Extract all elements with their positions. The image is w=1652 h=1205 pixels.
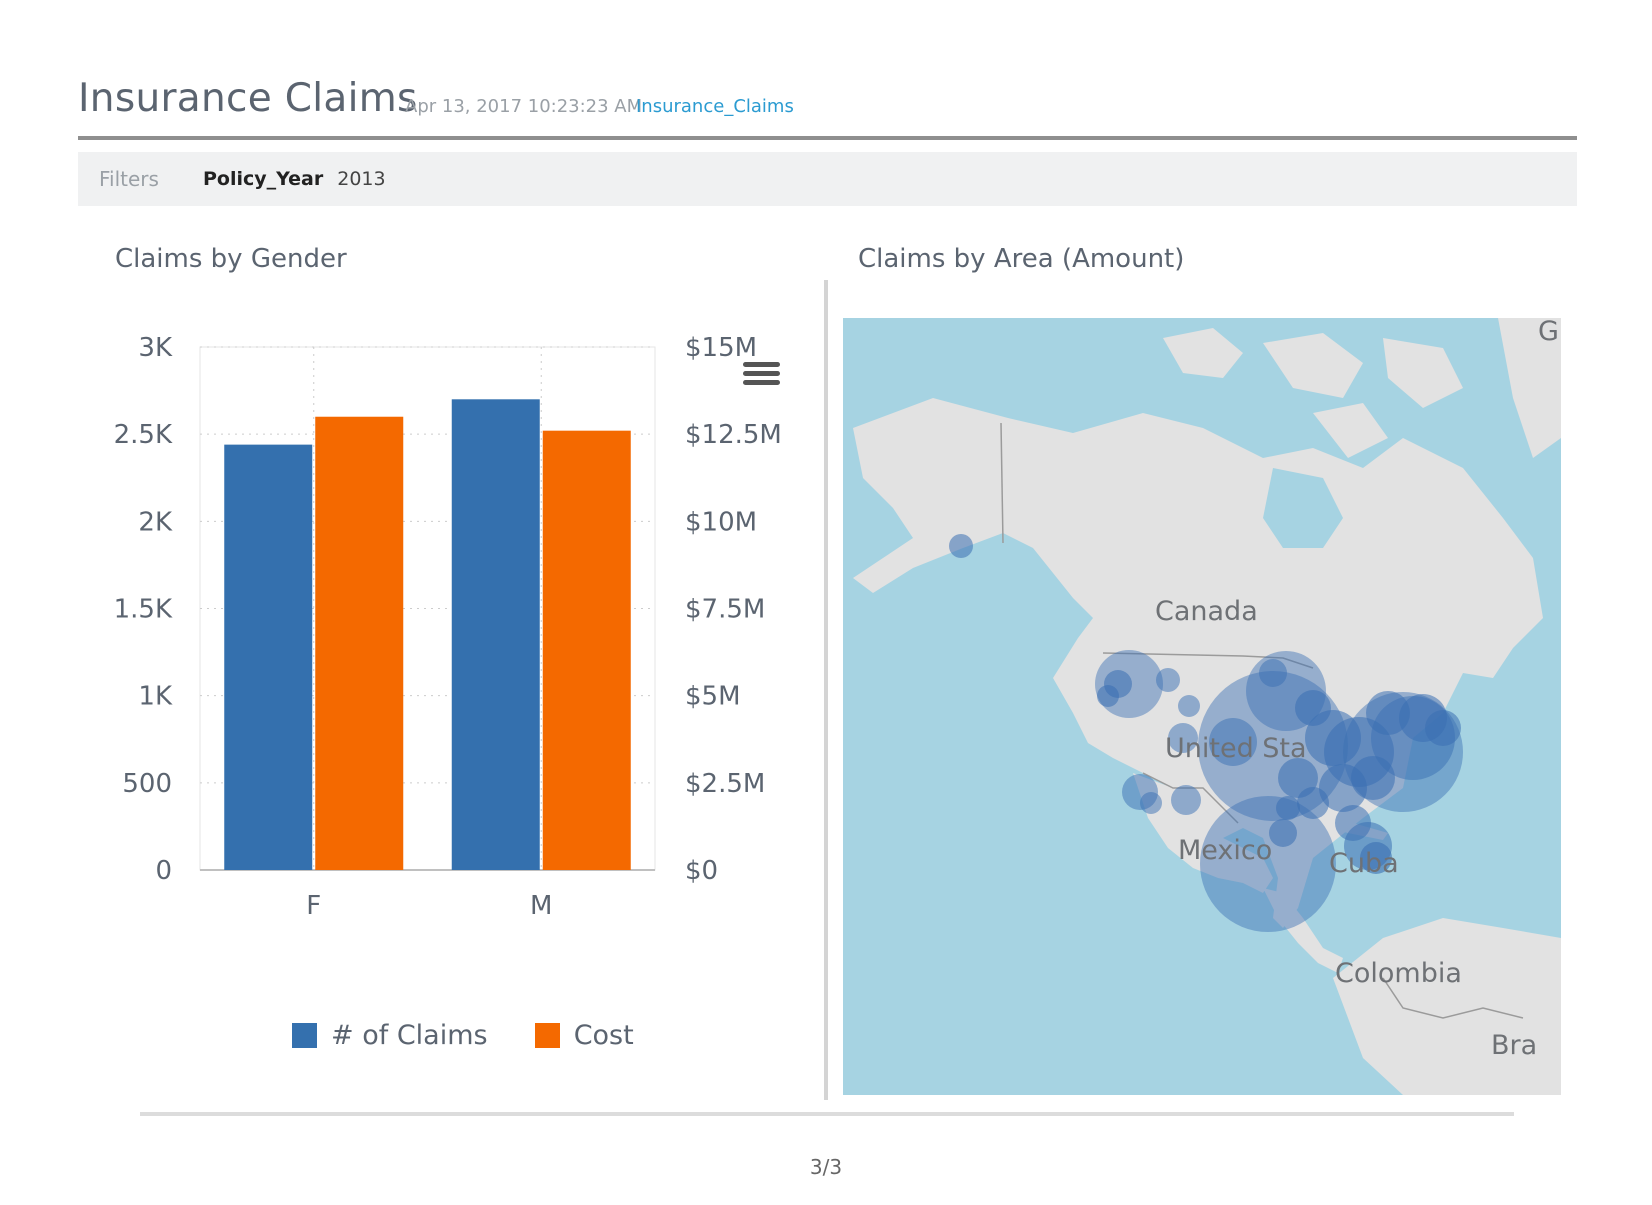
page-title: Insurance Claims xyxy=(78,76,418,121)
filters-bar: Filters Policy_Year 2013 xyxy=(78,152,1577,206)
bar-of-claims-m xyxy=(451,399,540,870)
panel-divider xyxy=(824,280,828,1100)
left-axis-tick-label: 0 xyxy=(155,856,172,886)
map-label-colombia: Colombia xyxy=(1335,958,1462,989)
south-america-land xyxy=(1333,918,1561,1095)
right-axis-tick-label: $5M xyxy=(685,682,741,712)
arctic-island xyxy=(1163,328,1243,378)
bar-cost-m xyxy=(542,430,631,870)
x-axis-tick-label: F xyxy=(306,891,321,921)
filter-key: Policy_Year xyxy=(203,168,324,190)
legend-item-claims[interactable]: # of Claims xyxy=(292,1020,488,1051)
right-axis-tick-label: $2.5M xyxy=(685,769,765,799)
gender-panel-title: Claims by Gender xyxy=(115,244,347,274)
data-source-link[interactable]: Insurance_Claims xyxy=(636,96,794,117)
header-divider xyxy=(78,136,1577,140)
legend-swatch-cost xyxy=(534,1023,560,1048)
arctic-island xyxy=(1383,338,1463,408)
arctic-island xyxy=(1313,403,1388,458)
right-axis-tick-label: $7.5M xyxy=(685,595,765,625)
bar-of-claims-f xyxy=(224,444,313,870)
left-axis-tick-label: 2.5K xyxy=(114,420,173,450)
claims-area-map[interactable]: Canada United Sta Mexico Cuba Colombia B… xyxy=(843,318,1561,1095)
left-axis-tick-label: 1.5K xyxy=(114,595,173,625)
left-axis-tick-label: 1K xyxy=(138,682,173,712)
map-label-mexico: Mexico xyxy=(1178,835,1273,866)
left-axis-tick-label: 2K xyxy=(138,507,173,537)
report-header: Insurance Claims Apr 13, 2017 10:23:23 A… xyxy=(78,72,1578,132)
map-label-canada: Canada xyxy=(1155,596,1258,627)
left-axis-tick-label: 500 xyxy=(122,769,172,799)
bar-cost-f xyxy=(315,416,404,870)
report-timestamp: Apr 13, 2017 10:23:23 AM xyxy=(405,96,643,117)
footer-divider xyxy=(140,1112,1514,1116)
legend-swatch-claims xyxy=(292,1023,317,1048)
right-axis-tick-label: $10M xyxy=(685,507,757,537)
map-label-greenland: G xyxy=(1538,318,1559,347)
filters-label: Filters xyxy=(99,167,159,191)
right-axis-tick-label: $15M xyxy=(685,333,757,363)
chart-menu-icon[interactable] xyxy=(743,362,780,394)
filter-value: 2013 xyxy=(337,168,386,190)
map-label-united-states: United Sta xyxy=(1165,733,1307,764)
right-axis-tick-label: $12.5M xyxy=(685,420,782,450)
chart-legend: # of Claims Cost xyxy=(292,1020,676,1056)
claims-by-gender-chart: 0 $0 500 $2.5M 1K $5M 1.5K $7.5M 2K $10M 2.5K $12.5… xyxy=(114,333,782,921)
map-label-cuba: Cuba xyxy=(1329,848,1399,879)
left-axis-tick-label: 3K xyxy=(138,333,173,363)
right-axis-tick-label: $0 xyxy=(685,856,718,886)
legend-label-claims: # of Claims xyxy=(331,1020,488,1051)
page-number: 3/3 xyxy=(809,1155,843,1179)
map-label-brazil: Bra xyxy=(1491,1030,1538,1061)
area-panel-title: Claims by Area (Amount) xyxy=(858,244,1185,274)
arctic-island xyxy=(1263,333,1363,398)
legend-item-cost[interactable]: Cost xyxy=(534,1020,634,1051)
x-axis-tick-label: M xyxy=(530,891,552,921)
legend-label-cost: Cost xyxy=(573,1020,634,1051)
filter-policy-year[interactable]: Policy_Year 2013 xyxy=(195,162,394,196)
